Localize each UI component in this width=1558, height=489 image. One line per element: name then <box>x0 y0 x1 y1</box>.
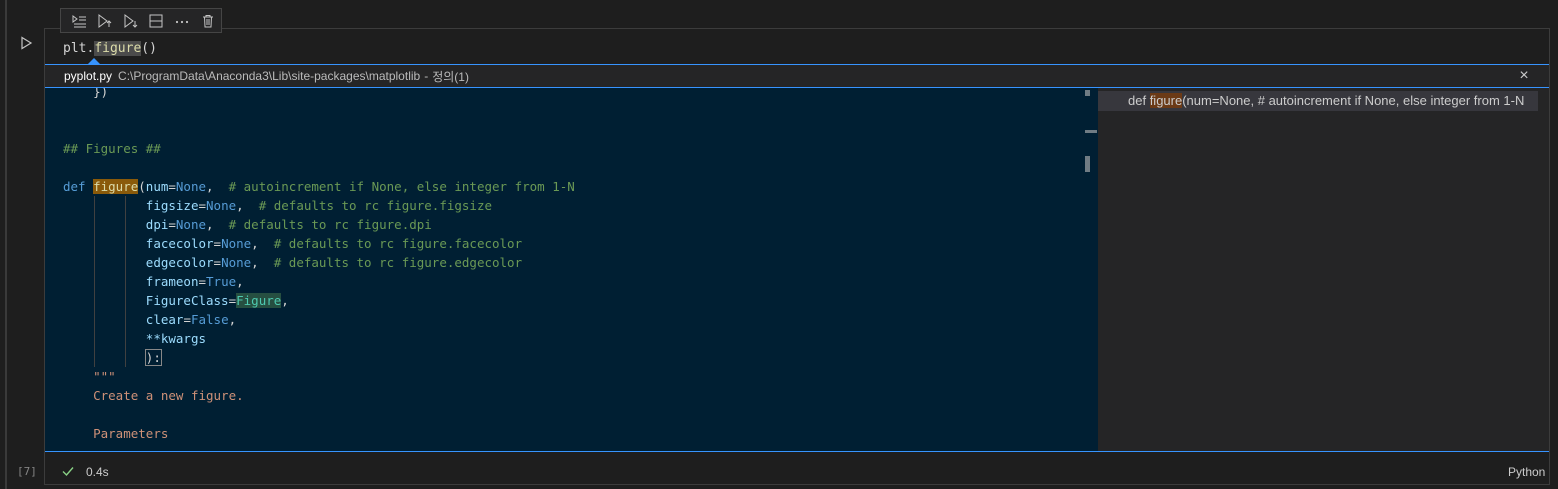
code-line: }) <box>63 88 109 99</box>
split-cell-icon <box>149 14 163 27</box>
code-line: def figure(num=None, # autoincrement if … <box>63 179 575 194</box>
definition-match: figure <box>93 179 139 194</box>
execution-time: 0.4s <box>86 465 109 479</box>
run-by-line-icon <box>72 14 86 27</box>
cell-language[interactable]: Python <box>1508 465 1545 479</box>
code-line: **kwargs <box>45 329 1085 348</box>
code-line: FigureClass=Figure, <box>45 291 1085 310</box>
more-actions-button[interactable] <box>169 10 195 32</box>
close-icon[interactable]: × <box>1517 68 1531 84</box>
ellipsis-icon <box>176 20 189 23</box>
peek-definition-label: 정의(1) <box>432 69 469 84</box>
source-symbol: figure <box>94 41 142 56</box>
execute-below-icon <box>124 13 137 28</box>
code-line: facecolor=None, # defaults to rc figure.… <box>45 234 1085 253</box>
peek-separator: - <box>424 69 429 83</box>
code-line: dpi=None, # defaults to rc figure.dpi <box>45 215 1085 234</box>
code-line: clear=False, <box>45 310 1085 329</box>
peek-header: pyplot.py C:\ProgramData\Anaconda3\Lib\s… <box>45 64 1549 88</box>
execution-count: [7] <box>17 465 37 478</box>
play-icon <box>21 36 33 50</box>
execute-above-icon <box>98 13 112 28</box>
code-line: figsize=None, # defaults to rc figure.fi… <box>45 196 1085 215</box>
peek-references-list <box>1098 88 1549 452</box>
split-cell-button[interactable] <box>143 10 169 32</box>
cell-focus-indicator <box>5 0 7 489</box>
source-prefix: plt. <box>63 41 95 56</box>
execute-above-button[interactable] <box>92 10 118 32</box>
run-cell-button[interactable] <box>17 34 35 52</box>
peek-file-path: C:\ProgramData\Anaconda3\Lib\site-packag… <box>118 69 421 83</box>
scrollbar-marker <box>1085 90 1090 96</box>
check-icon <box>61 464 75 478</box>
scrollbar-thumb[interactable] <box>1085 156 1090 172</box>
peek-reference-item[interactable]: def figure(num=None, # autoincrement if … <box>1098 91 1538 111</box>
delete-cell-button[interactable] <box>195 10 221 32</box>
code-line: Parameters <box>93 426 169 441</box>
source-suffix: () <box>141 41 157 56</box>
peek-editor[interactable]: }) ## Figures ## def figure(num=None, # … <box>45 88 1098 452</box>
code-line: """ <box>93 369 116 384</box>
peek-bottom-border <box>45 451 1549 452</box>
cell-toolbar <box>60 8 222 33</box>
trash-icon <box>203 14 214 27</box>
peek-code: }) ## Figures ## def figure(num=None, # … <box>45 88 1085 443</box>
code-line: Create a new figure. <box>93 388 244 403</box>
code-line: edgecolor=None, # defaults to rc figure.… <box>45 253 1085 272</box>
cell-source-line[interactable]: plt.figure() <box>63 39 157 58</box>
code-line: ## Figures ## <box>63 141 161 156</box>
scrollbar-marker <box>1085 130 1097 133</box>
code-line: ): <box>45 348 1085 367</box>
execute-below-button[interactable] <box>118 10 144 32</box>
code-line: frameon=True, <box>45 272 1085 291</box>
peek-file-name[interactable]: pyplot.py <box>64 69 112 83</box>
run-by-line-button[interactable] <box>66 10 92 32</box>
